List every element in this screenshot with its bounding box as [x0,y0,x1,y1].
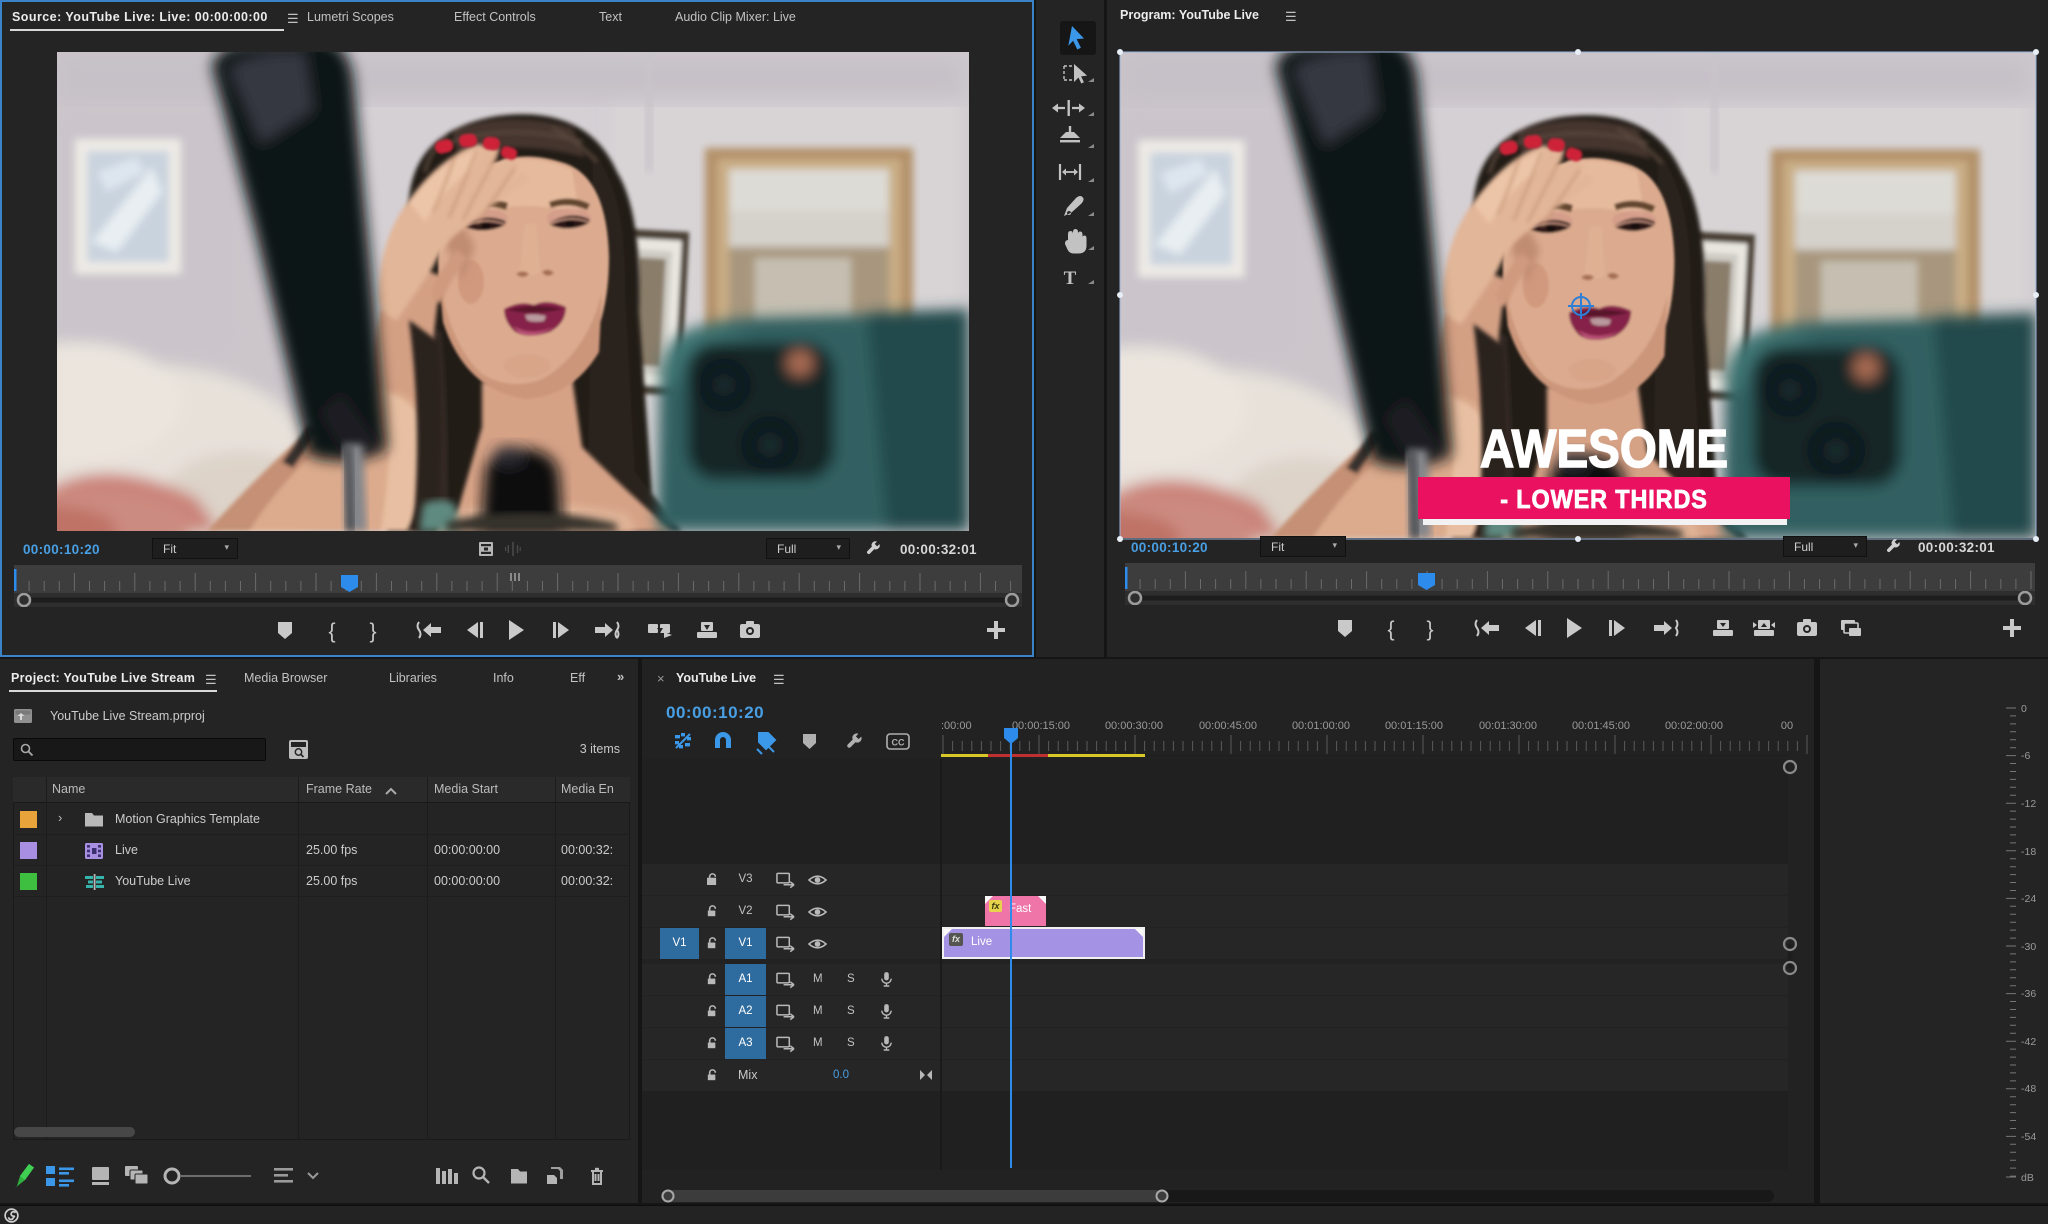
svg-text:00:02:00:00: 00:02:00:00 [1665,720,1723,732]
svg-text:00:01:30:00: 00:01:30:00 [1479,720,1537,732]
svg-text:}: } [369,620,376,643]
svg-text:{: { [1387,618,1394,641]
svg-text:CC: CC [892,738,905,748]
svg-text:-36: -36 [2021,988,2036,1000]
svg-text:-48: -48 [2021,1083,2036,1095]
svg-text:{: { [328,620,335,643]
svg-text:00:01:00:00: 00:01:00:00 [1292,720,1350,732]
svg-text:-30: -30 [2021,941,2036,953]
svg-text:00:00:15:00: 00:00:15:00 [1012,720,1070,732]
svg-text:-12: -12 [2021,798,2036,810]
svg-text:-54: -54 [2021,1131,2036,1143]
svg-text:-42: -42 [2021,1036,2036,1048]
svg-text:-24: -24 [2021,893,2036,905]
svg-text:00:00:45:00: 00:00:45:00 [1199,720,1257,732]
svg-text:00:01:45:00: 00:01:45:00 [1572,720,1630,732]
svg-text:0: 0 [2021,703,2027,715]
svg-text:}: } [1426,618,1433,641]
svg-text:dB: dB [2021,1172,2034,1184]
svg-text::00:00: :00:00 [941,720,972,732]
svg-text:-6: -6 [2021,750,2030,762]
svg-text:00: 00 [1781,720,1793,732]
svg-text:-18: -18 [2021,846,2036,858]
svg-text:00:01:15:00: 00:01:15:00 [1385,720,1443,732]
svg-text:00:00:30:00: 00:00:30:00 [1105,720,1163,732]
svg-text:T: T [1064,268,1077,289]
